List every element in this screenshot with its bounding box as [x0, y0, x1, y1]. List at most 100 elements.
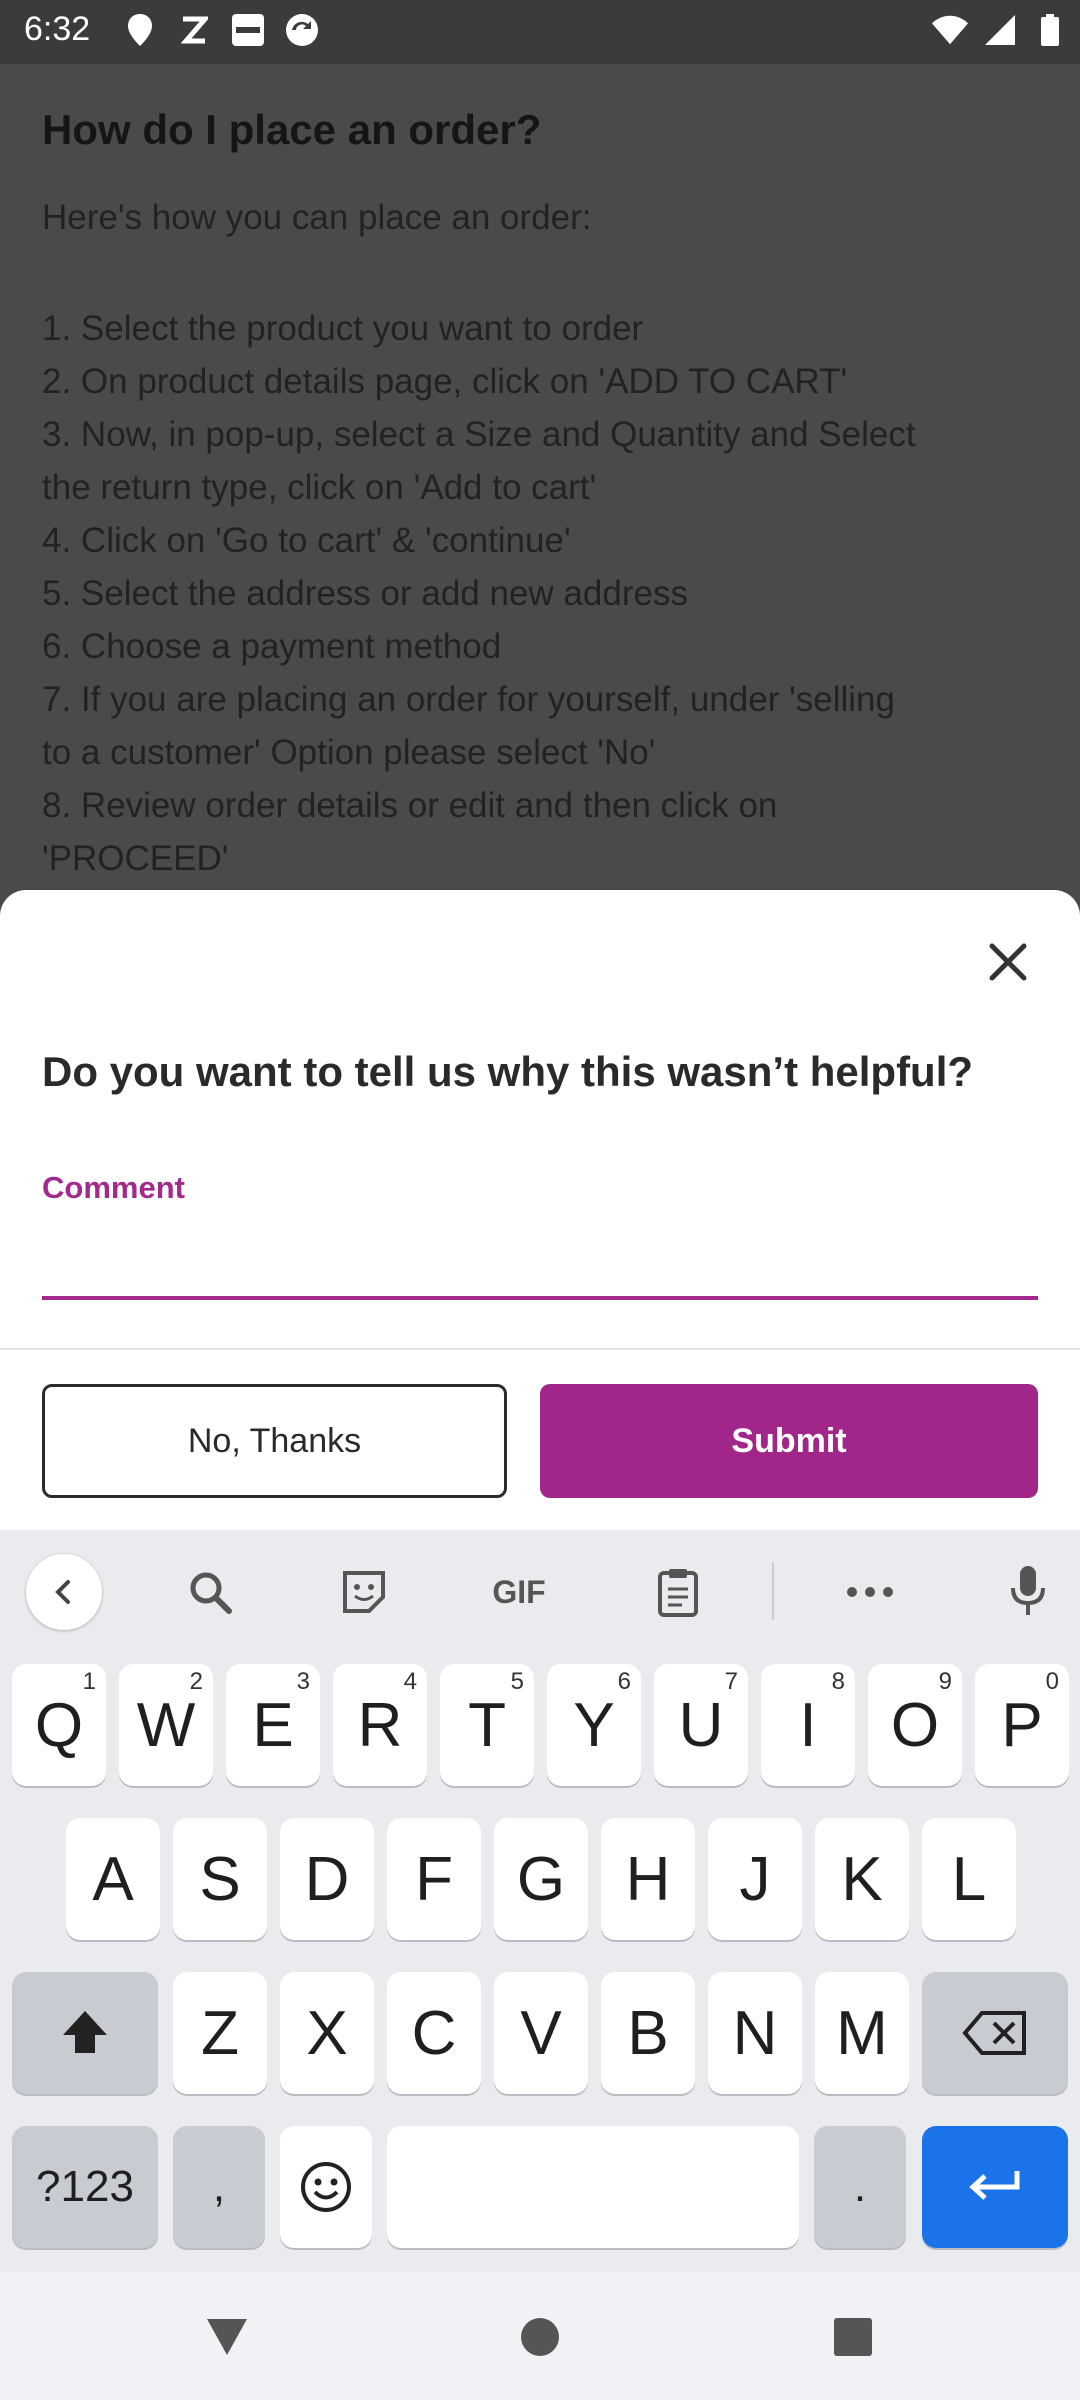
- location-pin-icon: [122, 12, 158, 48]
- back-chevron-icon[interactable]: [26, 1554, 102, 1630]
- key-y[interactable]: Y6: [547, 1664, 641, 1786]
- list-item: 6. Choose a payment method: [42, 627, 502, 666]
- list-item: 'PROCEED': [42, 839, 229, 878]
- soft-keyboard: GIF Q1 W2 E3 R4 T5 Y6 U7 I8 O9 P0 A S D …: [0, 1530, 1080, 2272]
- key-b[interactable]: B: [601, 1972, 695, 2094]
- key-a[interactable]: A: [66, 1818, 160, 1940]
- key-hint: 8: [831, 1668, 845, 1695]
- search-icon[interactable]: [172, 1554, 248, 1630]
- key-hint: 1: [82, 1668, 96, 1695]
- symbols-key[interactable]: ?123: [12, 2126, 158, 2248]
- sheet-title: Do you want to tell us why this wasn’t h…: [42, 1048, 974, 1095]
- close-icon[interactable]: [986, 940, 1030, 984]
- key-n[interactable]: N: [708, 1972, 802, 2094]
- key-label: W: [136, 1690, 196, 1760]
- key-q[interactable]: Q1: [12, 1664, 106, 1786]
- key-f[interactable]: F: [387, 1818, 481, 1940]
- key-e[interactable]: E3: [226, 1664, 320, 1786]
- enter-arrow-icon: [969, 2171, 1020, 2200]
- period-key[interactable]: .: [814, 2126, 906, 2248]
- list-item: 1. Select the product you want to order: [42, 309, 644, 348]
- backspace-key[interactable]: [922, 1972, 1068, 2094]
- sync-app-icon: [284, 12, 320, 48]
- system-icons: [932, 12, 1068, 48]
- microphone-icon[interactable]: [990, 1554, 1066, 1630]
- key-hint: 3: [296, 1668, 310, 1695]
- wifi-icon: [932, 12, 968, 48]
- key-hint: 9: [938, 1668, 952, 1695]
- gif-icon[interactable]: GIF: [481, 1554, 557, 1630]
- key-d[interactable]: D: [280, 1818, 374, 1940]
- space-key[interactable]: [387, 2126, 799, 2248]
- key-label: Q: [34, 1690, 84, 1760]
- list-item: 8. Review order details or edit and then…: [42, 786, 778, 825]
- list-item: 7. If you are placing an order for yours…: [42, 680, 895, 719]
- emoji-icon: [301, 2162, 351, 2212]
- clipboard-icon[interactable]: [640, 1554, 716, 1630]
- key-label: O: [890, 1690, 940, 1760]
- key-t[interactable]: T5: [440, 1664, 534, 1786]
- home-circle-icon[interactable]: [515, 2312, 565, 2362]
- recents-square-icon[interactable]: [828, 2312, 878, 2362]
- comment-label: Comment: [42, 1170, 185, 1205]
- article-steps: 1. Select the product you want to order …: [42, 302, 1042, 885]
- battery-icon: [1032, 12, 1068, 48]
- list-item: 5. Select the address or add new address: [42, 574, 688, 613]
- submit-button[interactable]: Submit: [540, 1384, 1038, 1498]
- toolbar-separator: [772, 1562, 774, 1620]
- sticker-icon[interactable]: [326, 1554, 402, 1630]
- article-title: How do I place an order?: [42, 106, 542, 153]
- key-k[interactable]: K: [815, 1818, 909, 1940]
- key-u[interactable]: U7: [654, 1664, 748, 1786]
- key-hint: 4: [403, 1668, 417, 1695]
- emoji-key[interactable]: [280, 2126, 372, 2248]
- key-g[interactable]: G: [494, 1818, 588, 1940]
- key-m[interactable]: M: [815, 1972, 909, 2094]
- feedback-sheet: Do you want to tell us why this wasn’t h…: [0, 890, 1080, 1530]
- status-bar: 6:32: [0, 0, 1080, 64]
- comment-input[interactable]: [42, 1210, 1038, 1300]
- key-w[interactable]: W2: [119, 1664, 213, 1786]
- key-c[interactable]: C: [387, 1972, 481, 2094]
- status-time: 6:32: [24, 10, 91, 48]
- key-hint: 5: [510, 1668, 524, 1695]
- key-hint: 6: [617, 1668, 631, 1695]
- notification-icons: [122, 12, 320, 48]
- cellular-signal-icon: [982, 12, 1018, 48]
- key-l[interactable]: L: [922, 1818, 1016, 1940]
- key-r[interactable]: R4: [333, 1664, 427, 1786]
- key-hint: 7: [724, 1668, 738, 1695]
- comma-key[interactable]: ,: [173, 2126, 265, 2248]
- key-p[interactable]: P0: [975, 1664, 1069, 1786]
- key-o[interactable]: O9: [868, 1664, 962, 1786]
- key-i[interactable]: I8: [761, 1664, 855, 1786]
- more-icon[interactable]: [832, 1554, 908, 1630]
- key-s[interactable]: S: [173, 1818, 267, 1940]
- key-v[interactable]: V: [494, 1972, 588, 2094]
- key-hint: 0: [1045, 1668, 1059, 1695]
- faq-article: How do I place an order? Here's how you …: [0, 64, 1080, 894]
- key-j[interactable]: J: [708, 1818, 802, 1940]
- system-nav-bar: [0, 2272, 1080, 2400]
- no-thanks-button[interactable]: No, Thanks: [42, 1384, 507, 1498]
- shift-key[interactable]: [12, 1972, 158, 2094]
- article-intro: Here's how you can place an order:: [42, 198, 592, 237]
- divider: [0, 1348, 1080, 1350]
- back-triangle-icon[interactable]: [202, 2312, 252, 2362]
- list-item: to a customer' Option please select 'No': [42, 733, 656, 772]
- z-app-icon: [176, 12, 212, 48]
- blinkit-icon: [230, 12, 266, 48]
- key-x[interactable]: X: [280, 1972, 374, 2094]
- key-hint: 2: [189, 1668, 203, 1695]
- key-label: P: [1001, 1690, 1043, 1760]
- list-item: 4. Click on 'Go to cart' & 'continue': [42, 521, 571, 560]
- key-z[interactable]: Z: [173, 1972, 267, 2094]
- list-item: 2. On product details page, click on 'AD…: [42, 362, 848, 401]
- enter-key[interactable]: [922, 2126, 1068, 2248]
- list-item: 3. Now, in pop-up, select a Size and Qua…: [42, 415, 916, 454]
- key-h[interactable]: H: [601, 1818, 695, 1940]
- backspace-icon: [962, 2011, 1026, 2055]
- list-item: the return type, click on 'Add to cart': [42, 468, 597, 507]
- shift-icon: [63, 2011, 107, 2053]
- key-label: T: [468, 1690, 506, 1760]
